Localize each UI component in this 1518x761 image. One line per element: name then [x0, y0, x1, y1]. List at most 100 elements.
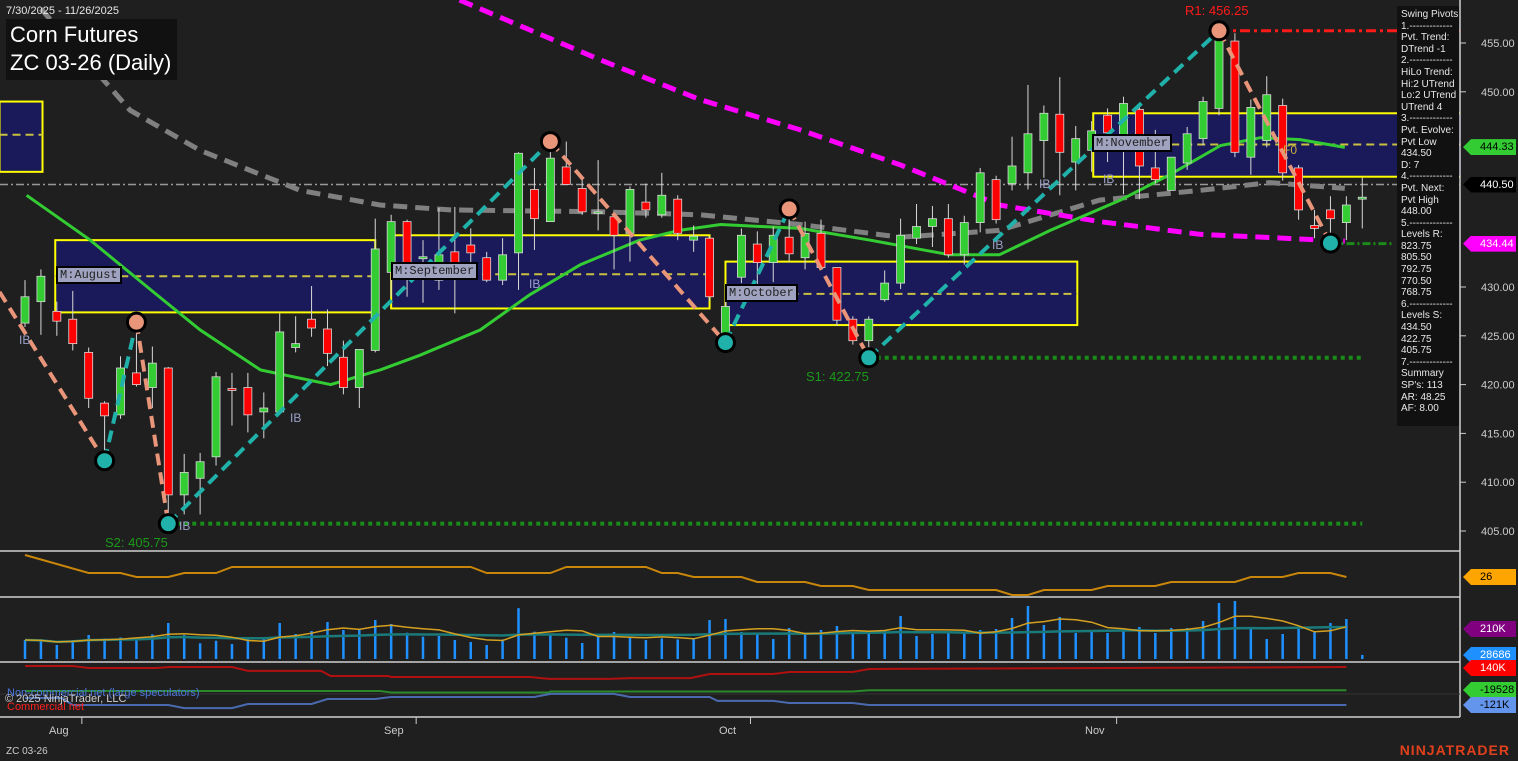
swing-panel-line: AF: 8.00: [1401, 403, 1439, 415]
swing-panel-line: 770.50: [1401, 275, 1432, 287]
candle-body-up: [593, 211, 603, 214]
price-tag: 440.50: [1463, 176, 1516, 193]
candle: [912, 204, 921, 245]
indicator-value-tag: -19528: [1463, 682, 1516, 698]
candle: [259, 392, 269, 439]
candle: [1198, 96, 1208, 146]
swing-panel-line: 7.-------------: [1401, 356, 1453, 368]
price-tag: 444.33: [1463, 139, 1516, 156]
candle: [1310, 209, 1319, 239]
swing-low-marker: [858, 347, 880, 369]
candle-body-up: [864, 318, 874, 342]
price-chart[interactable]: 455.00 450.00 430.00 425.00 420.00 415.00 410.…: [0, 0, 1518, 761]
swing-panel-line: Levels S:: [1401, 310, 1443, 322]
candle: [370, 218, 380, 353]
candle-body-up: [195, 461, 205, 479]
candle: [737, 228, 746, 284]
candle-body-up: [959, 222, 969, 256]
swing-panel-line: 805.50: [1401, 252, 1432, 264]
candle: [896, 218, 905, 289]
chart-title: Corn Futures: [10, 22, 139, 47]
indicator-value-tag: -121K: [1463, 697, 1516, 713]
candle-body-up: [179, 472, 189, 496]
candle-body-up: [370, 248, 380, 351]
candle-body-up: [1166, 156, 1176, 191]
candle-body-up: [275, 331, 285, 413]
candle-body-up: [1007, 165, 1017, 184]
price-tag: 434.44: [1463, 235, 1516, 252]
candle: [545, 141, 555, 223]
s2-label: S2: 405.75: [105, 535, 168, 550]
copyright: © 2025 NinjaTrader, LLC: [5, 693, 127, 705]
cot-commercial-line: [25, 665, 1347, 680]
candle-body-down: [163, 367, 173, 496]
candle-body-down: [52, 310, 62, 322]
candle-body-down: [752, 243, 762, 264]
candle-body-up: [1023, 133, 1033, 174]
chart-title-box: Corn Futures ZC 03-26 (Daily): [6, 19, 178, 80]
candle: [1214, 28, 1224, 116]
candle-body-down: [561, 166, 571, 185]
candle-body-up: [291, 343, 301, 348]
candle: [354, 349, 364, 409]
swing-panel-line: Levels R:: [1401, 229, 1443, 241]
candle: [1166, 156, 1176, 191]
candle-body-up: [896, 234, 905, 284]
swing-panel-line: 448.00: [1401, 206, 1432, 218]
candle: [323, 309, 332, 367]
candle: [593, 160, 603, 231]
candle: [275, 313, 285, 413]
candle-body-down: [991, 179, 1001, 221]
candle-body-down: [673, 198, 683, 234]
candle: [291, 316, 301, 353]
candle: [1278, 98, 1288, 181]
candle-body-up: [880, 282, 890, 301]
candle-body-down: [1150, 167, 1160, 181]
candle-body-down: [1326, 209, 1335, 220]
candle: [928, 205, 937, 247]
candle-body-up: [1246, 107, 1256, 158]
candle-body-up: [1182, 133, 1192, 164]
candle-body-up: [147, 362, 157, 388]
candle: [959, 215, 969, 265]
x-label-aug: Aug: [49, 725, 69, 737]
candle: [1023, 84, 1033, 190]
instrument-label: ZC 03-26: [6, 746, 48, 757]
y-tick-label: 415.00: [1481, 428, 1515, 440]
candle: [1262, 76, 1272, 148]
candle: [705, 236, 714, 301]
candle-body-up: [1071, 138, 1081, 163]
candle-body-down: [1310, 225, 1319, 229]
candle: [227, 372, 237, 426]
indicator-value-tag: 140K: [1463, 660, 1516, 676]
candle-body-down: [307, 318, 316, 329]
candle-body-up: [737, 234, 746, 278]
month-box-label-november: M:November: [1092, 134, 1173, 152]
candle: [1341, 196, 1351, 241]
candle-body-up: [1341, 204, 1351, 223]
indicator-value-tag: 26: [1463, 569, 1516, 585]
candle-body-down: [943, 218, 953, 256]
candle-body-up: [1214, 39, 1224, 109]
candle-body-up: [689, 235, 699, 241]
candle: [84, 347, 94, 409]
candle-body-up: [1357, 196, 1367, 200]
candle-body-up: [418, 256, 428, 260]
r1-label: R1: 456.25: [1185, 3, 1249, 18]
swing-panel-line: HiLo Trend:: [1401, 66, 1453, 78]
cot-noncommercial-line: [25, 689, 1347, 694]
candle-body-down: [577, 188, 587, 213]
candle: [673, 195, 683, 241]
f0-label: F0: [1283, 143, 1298, 157]
swing-panel-line: Hi:2 UTrend: [1401, 78, 1455, 90]
candle: [657, 172, 667, 218]
y-tick-label: 455.00: [1481, 38, 1515, 50]
y-tick-label: 410.00: [1481, 477, 1515, 489]
candle-body-down: [466, 244, 476, 254]
candle: [195, 452, 205, 515]
candle-body-up: [498, 254, 508, 281]
candle-body-up: [912, 226, 921, 239]
x-label-nov: Nov: [1085, 725, 1105, 737]
ninjatrader-logo: NINJATRADER: [1399, 742, 1510, 758]
swing-pivots-panel: Swing Pivots 1.------------- Pvt. Trend: DT…: [1397, 6, 1459, 426]
